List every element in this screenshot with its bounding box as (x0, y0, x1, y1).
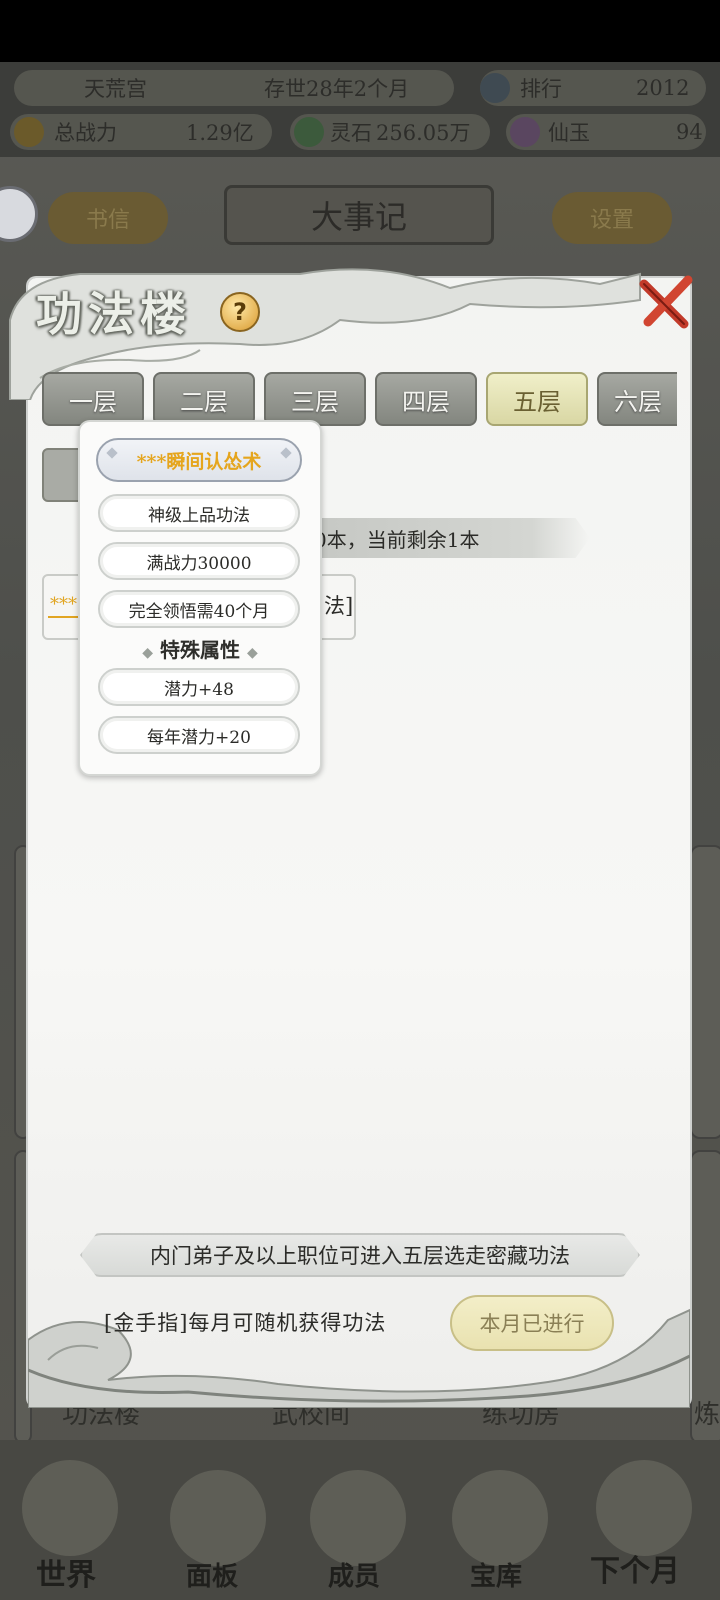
tab-floor-6[interactable]: 六层 (597, 372, 677, 426)
sect-name: 天荒宫 (84, 77, 147, 101)
dialog-title: 功法楼 (36, 287, 192, 341)
system-status-bar (0, 0, 720, 62)
power-icon (14, 117, 44, 147)
special-attributes-header: ◆ 特殊属性 ◆ (80, 634, 320, 663)
remaining-info: 0本，当前剩余1本 (300, 518, 590, 558)
technique-grade: 神级上品功法 (98, 494, 300, 532)
diamond-icon: ◆ (142, 645, 154, 661)
resource-header: 天荒宫 存世28年2个月 排行 2012 总战力 1.29亿 灵石 256.05… (0, 62, 720, 157)
settings-button[interactable]: 设置 (552, 192, 672, 244)
world-icon (22, 1460, 118, 1556)
rank-value: 2012 (636, 76, 690, 100)
nav-members[interactable]: 成员 (328, 1556, 380, 1593)
nav-world[interactable]: 世界 (36, 1550, 96, 1594)
next-month-icon (596, 1460, 692, 1556)
special-attributes-label: 特殊属性 (160, 638, 240, 662)
rank-label: 排行 (520, 77, 562, 101)
existence-time: 存世28年2个月 (264, 77, 410, 101)
technique-name: ***瞬间认怂术 (96, 438, 302, 482)
tab-floor-4[interactable]: 四层 (375, 372, 477, 426)
spirit-stone-pill[interactable]: 灵石 256.05万 (290, 114, 490, 150)
rank-icon (480, 73, 510, 103)
attribute-yearly-potential: 每年潜力+20 (98, 716, 300, 754)
nav-panel[interactable]: 面板 (186, 1556, 238, 1593)
power-value: 1.29亿 (186, 121, 254, 145)
tab-floor-3[interactable]: 三层 (264, 372, 366, 426)
spirit-stone-icon (294, 117, 324, 147)
letters-button[interactable]: 书信 (48, 192, 168, 244)
background-card-right (690, 845, 720, 1139)
panel-icon (170, 1470, 266, 1566)
tab-floor-1[interactable]: 一层 (42, 372, 144, 426)
power-pill: 总战力 1.29亿 (10, 114, 272, 150)
nav-next-month[interactable]: 下个月 (590, 1546, 680, 1590)
technique-full-power: 满战力30000 (98, 542, 300, 580)
jade-icon (510, 117, 540, 147)
tab-floor-5[interactable]: 五层 (486, 372, 588, 426)
book-rarity-stars: *** (50, 594, 77, 615)
rule-notice: 内门弟子及以上职位可进入五层选走密藏功法 (80, 1233, 640, 1277)
technique-comprehend-time: 完全领悟需40个月 (98, 590, 300, 628)
events-banner[interactable]: 大事记 (224, 185, 494, 245)
bottom-navigation: 世界 面板 成员 宝库 下个月 (0, 1440, 720, 1600)
sect-info-pill: 天荒宫 存世28年2个月 (14, 70, 454, 106)
nav-treasury[interactable]: 宝库 (470, 1556, 522, 1593)
power-label: 总战力 (54, 121, 117, 145)
goldfinger-label: [金手指]每月可随机获得功法 (104, 1311, 387, 1335)
diamond-icon: ◆ (246, 645, 258, 661)
attribute-potential: 潜力+48 (98, 668, 300, 706)
monthly-done-button[interactable]: 本月已进行 (450, 1295, 614, 1351)
bg-label-edge: 炼 (694, 1400, 720, 1430)
stone-label: 灵石 (330, 121, 372, 145)
jade-pill[interactable]: 仙玉 94 (506, 114, 706, 150)
help-icon[interactable]: ? (220, 292, 260, 332)
members-icon (310, 1470, 406, 1566)
jade-label: 仙玉 (548, 121, 590, 145)
tab-floor-2[interactable]: 二层 (153, 372, 255, 426)
book-name-suffix: 法] (324, 594, 354, 618)
technique-tooltip: ***瞬间认怂术 神级上品功法 满战力30000 完全领悟需40个月 ◆ 特殊属… (78, 420, 322, 776)
rank-pill[interactable]: 排行 2012 (480, 70, 706, 106)
jade-value: 94 (676, 120, 703, 144)
close-icon[interactable] (636, 272, 696, 332)
stone-value: 256.05万 (376, 121, 471, 145)
treasury-icon (452, 1470, 548, 1566)
